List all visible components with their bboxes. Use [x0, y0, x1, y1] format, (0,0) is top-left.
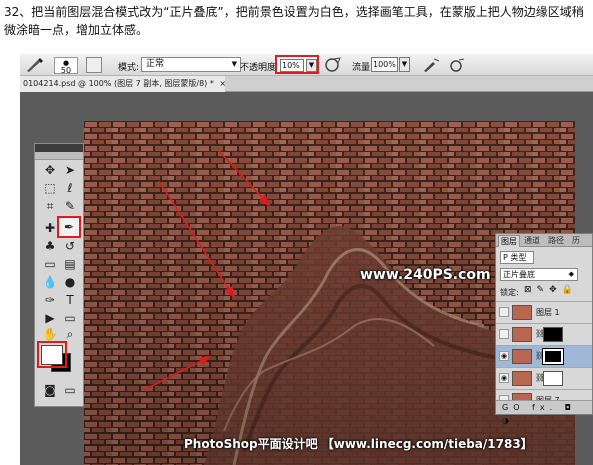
tab-channels[interactable]: 通道 [522, 235, 542, 247]
credit-text: PhotoShop平面设计吧 【www.linecg.com/tieba/178… [184, 437, 533, 451]
layer-mask-thumbnail[interactable] [543, 327, 563, 342]
quick-mask-icon[interactable]: ◙ [41, 382, 59, 399]
tab-paths[interactable]: 路径 [546, 235, 566, 247]
stamp-tool-icon[interactable]: ♣ [41, 238, 59, 255]
layers-panel-footer[interactable]: GO fx. ◘ ◑ [496, 400, 592, 425]
eyedropper-tool-icon[interactable]: ✎ [61, 198, 79, 215]
eye-icon[interactable]: ◉ [499, 351, 509, 361]
layers-panel: 图层 通道 路径 历 P 类型 正片叠底 ◆ 锁定: ⊠✎✥🔒 图层 1 ⛓ ◉… [495, 233, 593, 425]
toolbox-collapse-bar[interactable] [35, 152, 83, 160]
shape-tool-icon[interactable]: ▭ [61, 310, 79, 327]
dodge-tool-icon[interactable]: ● [61, 274, 79, 291]
mode-value: 正常 [146, 59, 165, 69]
layer-row[interactable]: ◉ ⛓ [496, 367, 592, 389]
history-brush-icon[interactable]: ↺ [61, 238, 79, 255]
instruction-text: 32、把当前图层混合模式改为“正片叠底”，把前景色设置为白色，选择画笔工具，在蒙… [4, 5, 584, 37]
crop-tool-icon[interactable]: ⌗ [41, 198, 59, 215]
opacity-input[interactable]: 10% [280, 59, 304, 72]
layer-row[interactable]: ⛓ [496, 323, 592, 345]
document-title: 0104214.psd @ 100% (图层 7 副本, 图层蒙版/8) * [23, 79, 214, 88]
tab-history[interactable]: 历 [570, 235, 582, 247]
blend-mode-select[interactable]: 正片叠底 ◆ [500, 268, 578, 281]
eye-icon[interactable]: ◉ [499, 373, 509, 383]
flow-input[interactable]: 100% [371, 57, 398, 72]
blur-tool-icon[interactable]: 💧 [41, 274, 59, 291]
marquee-tool-icon[interactable]: ⬚ [41, 180, 59, 197]
layer-mask-thumbnail[interactable] [542, 348, 564, 365]
screen-mode-icon[interactable]: ▭ [61, 382, 79, 399]
visibility-toggle[interactable] [499, 329, 509, 339]
lasso-tool-icon[interactable]: ℓ [61, 180, 79, 197]
move-tool-icon[interactable]: ✥ [41, 162, 59, 179]
brush-tool-icon[interactable] [24, 57, 44, 73]
path-selection-icon[interactable]: ▶ [41, 310, 59, 327]
opacity-slider-button[interactable]: ▼ [306, 59, 317, 72]
layer-thumbnail [512, 349, 532, 364]
visibility-toggle[interactable] [499, 307, 509, 317]
document-tab-bar: 0104214.psd @ 100% (图层 7 副本, 图层蒙版/8) * × [20, 76, 593, 92]
pressure-opacity-icon[interactable] [324, 57, 341, 73]
flow-label: 流量: [352, 63, 374, 73]
watermark-text: www.240PS.com [360, 267, 491, 283]
mode-select[interactable]: 正常 ▼ [141, 57, 241, 72]
move-arrow-icon[interactable]: ➤ [61, 162, 79, 179]
blend-mode-value: 正片叠底 [503, 270, 535, 279]
eraser-tool-icon[interactable]: ▭ [41, 256, 59, 273]
airbrush-icon[interactable] [422, 57, 440, 73]
opacity-label: 不透明度: [240, 63, 280, 73]
brush-panel-toggle-icon[interactable] [86, 57, 102, 73]
layers-panel-tabs: 图层 通道 路径 历 [496, 234, 592, 247]
document-tab[interactable]: 0104214.psd @ 100% (图层 7 副本, 图层蒙版/8) * × [20, 76, 225, 92]
layer-mask-thumbnail[interactable] [543, 371, 563, 386]
color-swatch-highlight [37, 341, 67, 368]
layer-row[interactable]: 图层 1 [496, 301, 592, 323]
pressure-size-icon[interactable] [448, 57, 466, 73]
layer-thumbnail [512, 327, 532, 342]
brush-size: 50 [60, 66, 72, 75]
opacity-highlight: 10% ▼ [275, 55, 319, 74]
mode-label: 模式: [118, 63, 140, 73]
layer-name: 图层 1 [536, 308, 560, 317]
lock-icons[interactable]: ⊠✎✥🔒 [524, 285, 578, 295]
chevron-down-icon: ▼ [231, 60, 237, 68]
pen-tool-icon[interactable]: ✑ [41, 292, 59, 309]
layer-filter-select[interactable]: P 类型 [500, 251, 534, 264]
tab-layers[interactable]: 图层 [498, 235, 520, 247]
chevron-down-icon: ◆ [568, 270, 574, 278]
lock-label: 锁定: [500, 288, 519, 297]
toolbox-panel: ✥ ➤ ⬚ ℓ ⌗ ✎ ✚ ✒ ♣ ↺ ▭ ▤ 💧 ● ✑ T ▶ ▭ ✋ ⌕ … [34, 143, 84, 407]
options-bar: ● 50 模式: 正常 ▼ 不透明度: 10% ▼ 流量: 100% ▼ [20, 54, 593, 76]
type-tool-icon[interactable]: T [61, 292, 79, 309]
flow-slider-button[interactable]: ▼ [399, 57, 410, 72]
toolbox-header[interactable] [35, 144, 83, 152]
layer-row-selected[interactable]: ◉ ⛓ [496, 345, 592, 367]
layer-thumbnail [512, 305, 532, 320]
gradient-tool-icon[interactable]: ▤ [61, 256, 79, 273]
brush-tool-highlight-icon[interactable]: ✒ [57, 216, 81, 238]
brush-preset-picker[interactable]: ● 50 [54, 57, 78, 75]
layer-thumbnail [512, 371, 532, 386]
close-icon[interactable]: × [219, 79, 225, 88]
